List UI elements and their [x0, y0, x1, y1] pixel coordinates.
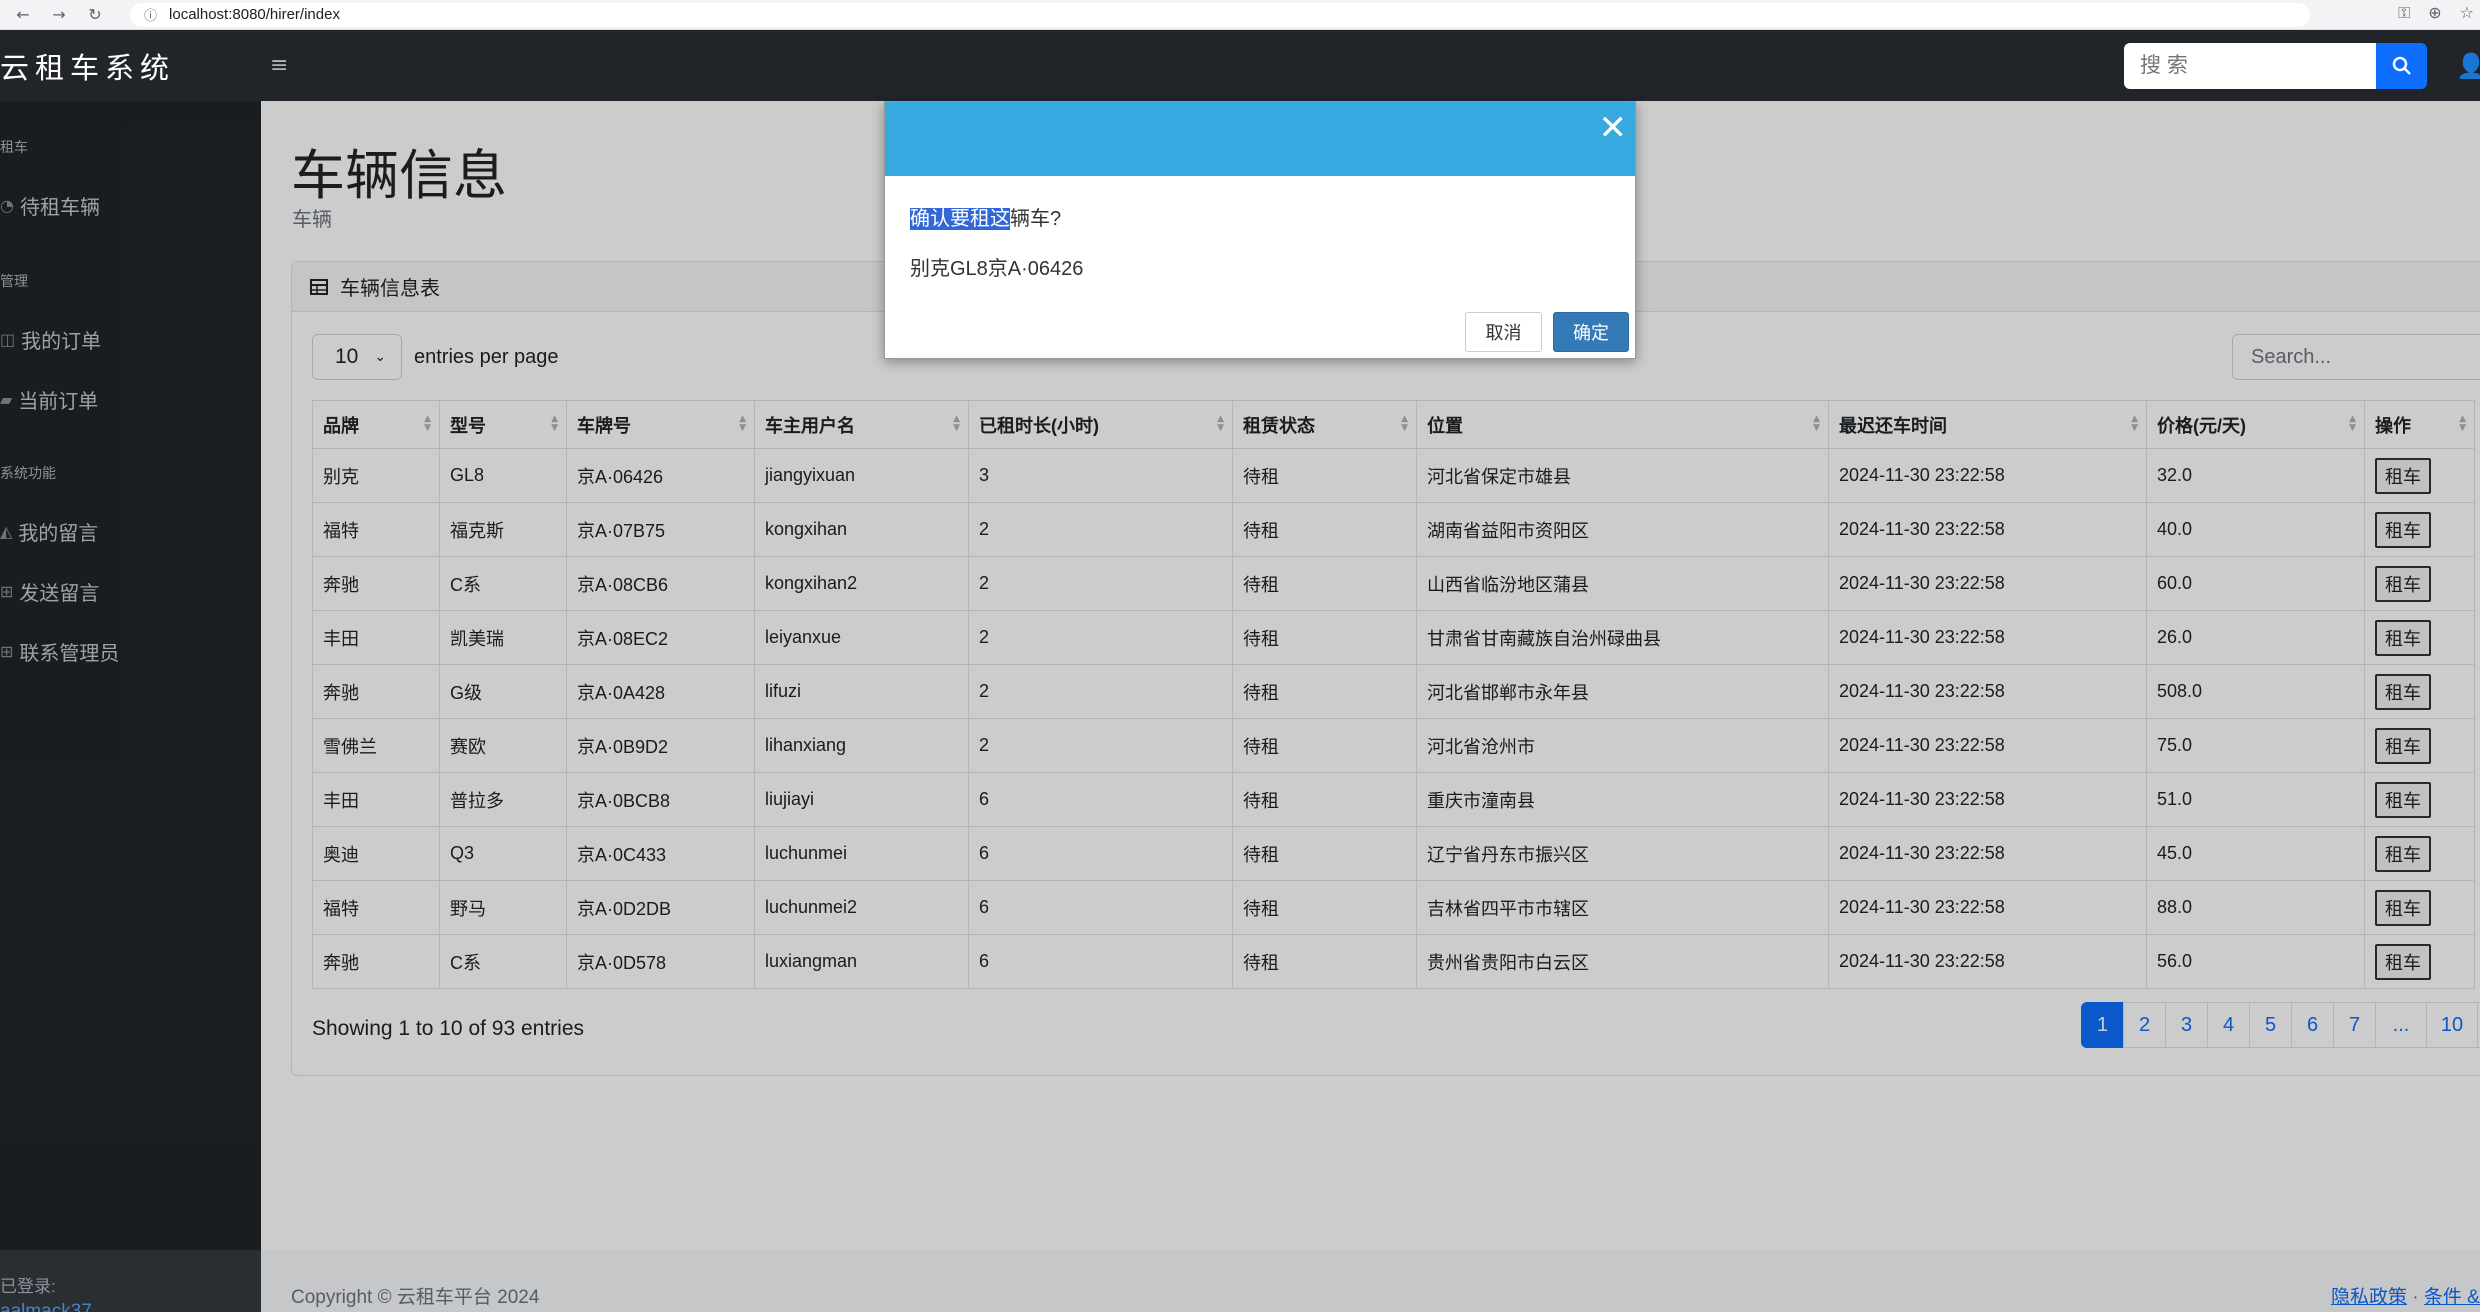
reload-icon[interactable]: ↻: [82, 5, 108, 24]
cancel-button[interactable]: 取消: [1465, 312, 1542, 352]
bookmark-star-icon[interactable]: ☆: [2460, 3, 2474, 23]
navbar-search: [2124, 43, 2427, 89]
url-text: localhost:8080/hirer/index: [169, 6, 340, 23]
close-icon[interactable]: ✕: [1599, 108, 1628, 148]
navbar-search-button[interactable]: [2376, 43, 2427, 89]
site-info-icon[interactable]: ⓘ: [144, 5, 157, 24]
top-navbar: 云租车系统 ≡ 👤: [0, 30, 2480, 101]
search-icon: [2392, 56, 2411, 75]
brand-logo[interactable]: 云租车系统: [0, 45, 262, 87]
zoom-icon[interactable]: ⊕: [2428, 3, 2441, 23]
dialog-car-info: 别克GL8京A·06426: [910, 258, 1084, 280]
sidebar-toggle-icon[interactable]: ≡: [270, 53, 288, 78]
browser-actions: ⚿ ⊕ ☆: [2398, 3, 2474, 23]
address-bar[interactable]: ⓘ localhost:8080/hirer/index: [130, 2, 2310, 27]
browser-toolbar: ← → ↻ ⓘ localhost:8080/hirer/index ⚿ ⊕ ☆: [0, 0, 2480, 30]
navbar-search-input[interactable]: [2124, 43, 2376, 89]
selected-text: 确认要租这: [910, 208, 1010, 230]
back-icon[interactable]: ←: [10, 5, 36, 24]
question-rest: 辆车?: [1010, 208, 1062, 230]
dialog-header: ✕: [885, 102, 1635, 176]
user-icon[interactable]: 👤: [2456, 52, 2480, 80]
confirm-button[interactable]: 确定: [1553, 312, 1629, 352]
dialog-question: 确认要租这辆车?: [910, 202, 1061, 231]
confirm-rent-dialog: ✕ 确认要租这辆车? 别克GL8京A·06426 取消 确定: [884, 101, 1636, 359]
forward-icon[interactable]: →: [46, 5, 72, 24]
key-icon[interactable]: ⚿: [2398, 3, 2410, 23]
